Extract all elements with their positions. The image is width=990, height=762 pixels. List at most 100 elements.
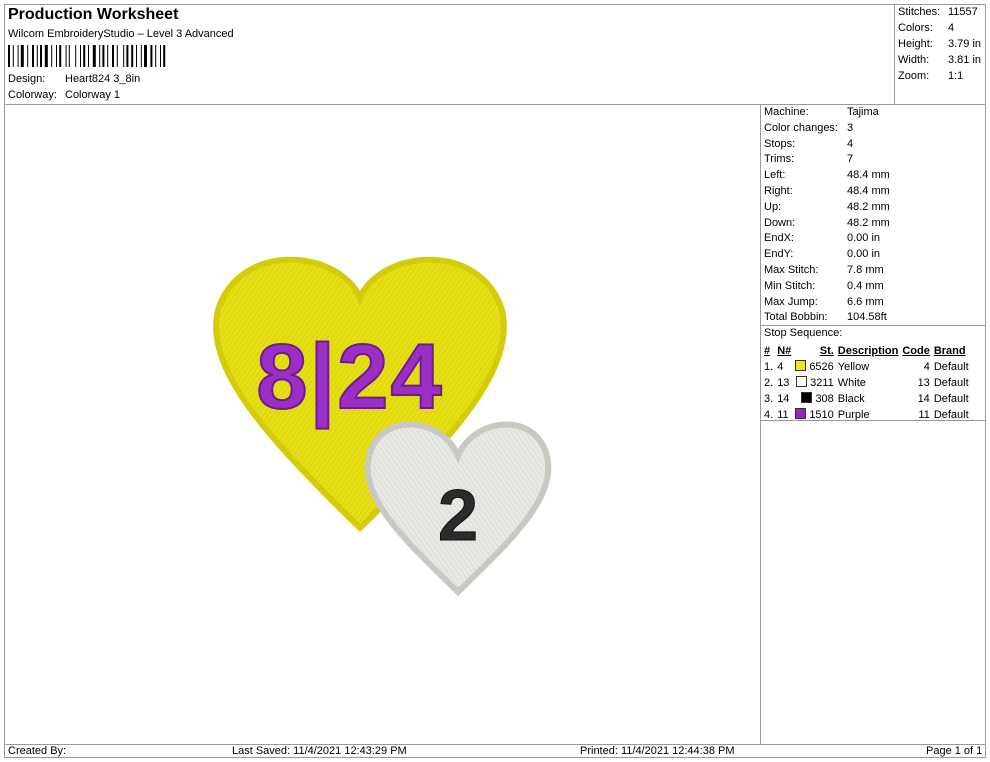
- row-needle: 11: [777, 409, 789, 421]
- machine-info-label: Stops:: [764, 137, 796, 150]
- barcode-bar: [51, 45, 53, 67]
- col-header-brand: Brand: [933, 345, 966, 357]
- machine-info-label: Down:: [764, 216, 796, 229]
- color-swatch: [796, 376, 808, 387]
- barcode-bar: [150, 45, 153, 67]
- row-needle: 13: [777, 377, 790, 389]
- barcode: [8, 45, 166, 67]
- stop-sequence-table: # N# St. Description Code Brand 1. 4 6526…: [762, 343, 971, 423]
- machine-info-label: EndY:: [764, 248, 794, 261]
- machine-info-value: 6.6 mm: [847, 295, 884, 308]
- design-label: Design:: [8, 73, 46, 85]
- barcode-bar: [123, 45, 125, 67]
- stat-label: Height:: [898, 38, 933, 50]
- barcode-bar: [36, 45, 38, 67]
- row-stitches-cell: 308: [793, 391, 836, 407]
- barcode-bar: [112, 45, 114, 67]
- machine-info-value: 48.2 mm: [847, 216, 890, 229]
- row-description: White: [837, 377, 866, 389]
- footer-divider: [4, 744, 986, 745]
- row-code: 13: [917, 377, 930, 389]
- stop-sequence-title: Stop Sequence:: [764, 327, 843, 339]
- barcode-bar: [68, 45, 70, 67]
- created-by: Created By:: [8, 745, 67, 757]
- color-swatch: [795, 408, 807, 419]
- row-stitches-cell: 3211: [793, 375, 836, 391]
- barcode-bar: [20, 45, 24, 67]
- machine-info-value: 0.00 in: [847, 248, 881, 261]
- barcode-bar: [56, 45, 57, 67]
- barcode-bar: [27, 45, 29, 67]
- machine-info-label: Left:: [764, 169, 786, 182]
- col-header-needle: N#: [777, 345, 792, 357]
- row-brand: Default: [933, 393, 969, 405]
- color-swatch: [795, 360, 807, 371]
- machine-info-label: Right:: [764, 185, 793, 197]
- row-stitches: 6526: [809, 361, 834, 373]
- row-code: 11: [918, 409, 930, 421]
- barcode-bar: [102, 45, 105, 67]
- stat-label: Zoom:: [898, 70, 930, 82]
- colorway-value: Colorway 1: [65, 89, 121, 101]
- machine-info-value: 48.4 mm: [847, 185, 890, 197]
- barcode-bar: [99, 45, 101, 67]
- barcode-bar: [136, 45, 137, 67]
- machine-info-value: 48.4 mm: [847, 169, 890, 182]
- small-heart-number: 2: [438, 476, 478, 556]
- row-brand: Default: [933, 377, 969, 389]
- machine-info-label: Machine:: [764, 106, 809, 118]
- machine-info-label: Up:: [764, 200, 782, 213]
- stats-divider: [894, 4, 895, 104]
- stat-value: 1:1: [948, 70, 964, 82]
- col-header-num: #: [764, 345, 771, 357]
- row-stitches: 1510: [809, 409, 834, 421]
- colorway-row: Colorway: Colorway 1: [8, 89, 120, 101]
- machine-info-value: 48.2 mm: [847, 200, 890, 213]
- row-num: 2.: [764, 377, 774, 389]
- barcode-bar: [116, 45, 118, 67]
- row-num: 1.: [764, 361, 774, 373]
- software-name: Wilcom EmbroideryStudio – Level 3 Advanc…: [8, 28, 234, 40]
- row-stitches-cell: 1510: [793, 407, 836, 423]
- barcode-bar: [107, 45, 109, 67]
- design-row: Design: Heart824 3_8in: [8, 73, 140, 85]
- row-stitches: 308: [815, 393, 834, 405]
- row-num: 3.: [764, 393, 774, 405]
- barcode-bar: [155, 45, 157, 67]
- barcode-bar: [83, 45, 86, 67]
- info-panel-divider: [760, 104, 761, 744]
- barcode-bar: [140, 45, 142, 67]
- barcode-bar: [32, 45, 34, 67]
- design-value: Heart824 3_8in: [65, 73, 141, 85]
- row-description: Black: [837, 393, 865, 405]
- machine-info-label: Max Stitch:: [764, 264, 819, 276]
- stat-label: Colors:: [898, 22, 933, 34]
- col-header-code: Code: [902, 345, 930, 357]
- machine-info-label: Total Bobbin:: [764, 311, 828, 324]
- page-number: Page 1 of 1: [926, 745, 983, 757]
- row-num: 4.: [764, 409, 774, 421]
- barcode-bar: [163, 45, 166, 67]
- stop-seq-divider: [760, 325, 986, 326]
- col-header-description: Description: [837, 345, 899, 357]
- row-needle: 14: [777, 393, 790, 405]
- barcode-bar: [65, 45, 67, 67]
- design-preview: 8|24 2: [213, 256, 552, 597]
- machine-info-label: Trims:: [764, 153, 795, 166]
- machine-info-value: 3: [847, 121, 854, 134]
- row-code: 4: [923, 361, 930, 373]
- barcode-bar: [144, 45, 147, 67]
- machine-info-value: 0.4 mm: [847, 279, 884, 292]
- row-code: 14: [917, 393, 930, 405]
- barcode-bar: [88, 45, 89, 67]
- row-brand: Default: [933, 409, 969, 421]
- barcode-bar: [92, 45, 96, 67]
- row-stitches: 3211: [810, 377, 834, 389]
- stat-value: 4: [948, 22, 955, 34]
- machine-info-value: 4: [847, 137, 854, 150]
- barcode-bar: [80, 45, 81, 67]
- barcode-bar: [12, 45, 14, 67]
- barcode-bar: [17, 45, 19, 67]
- machine-info-label: Max Jump:: [764, 295, 818, 308]
- barcode-bar: [75, 45, 77, 67]
